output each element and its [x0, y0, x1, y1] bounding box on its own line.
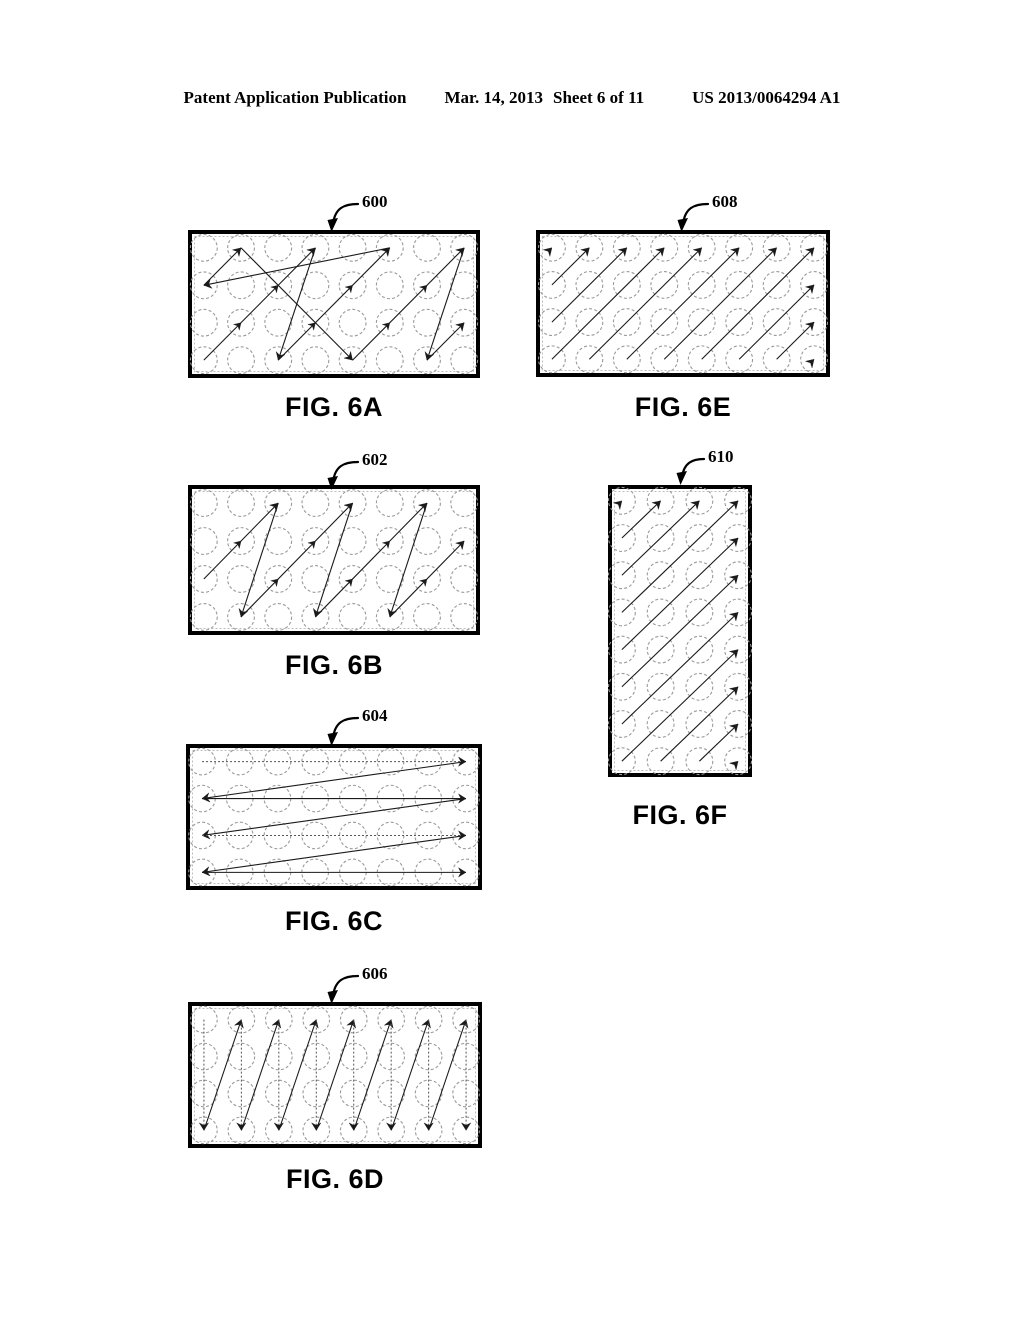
- leader-arrowhead: [327, 218, 338, 232]
- fig-6a-leader-line: [327, 202, 360, 232]
- leader-arrowhead: [677, 218, 688, 232]
- fig-6e-leader-line: [677, 202, 710, 232]
- drawing-sheet-page: Patent Application Publication Mar. 14, …: [0, 0, 1024, 1320]
- header-publication-label: Patent Application Publication: [183, 88, 407, 107]
- fig-6f-drawing: [607, 485, 753, 777]
- leader-curve: [331, 460, 360, 484]
- header-date-label: Mar. 14, 2013: [444, 88, 543, 107]
- fig-6e-caption: FIG. 6E: [634, 392, 732, 422]
- leader-curve: [331, 202, 360, 226]
- fig-6b-caption: FIG. 6B: [284, 650, 383, 680]
- header-publication-number: US 2013/0064294 A1: [692, 88, 841, 107]
- leader-arrowhead: [327, 990, 338, 1004]
- leader-curve: [331, 974, 360, 998]
- leader-arrowhead: [327, 476, 338, 490]
- fig-6d-leader-line: [327, 974, 360, 1004]
- leader-curve: [681, 202, 710, 226]
- fig-6a-caption: FIG. 6A: [284, 392, 383, 422]
- fig-6c-caption: FIG. 6C: [284, 906, 383, 936]
- leader-arrowhead: [676, 471, 687, 485]
- header-sheet-label: Sheet 6 of 11: [553, 88, 645, 107]
- page-header: Patent Application Publication Mar. 14, …: [0, 88, 1024, 108]
- fig-6d-caption: FIG. 6D: [285, 1164, 384, 1194]
- fig-6f-leader-line: [676, 457, 706, 485]
- fig-6c-leader-line: [327, 716, 360, 746]
- leader-curve: [331, 716, 360, 740]
- fig-6b-leader-line: [327, 460, 360, 490]
- leader-arrowhead: [327, 732, 338, 746]
- fig-6f-caption: FIG. 6F: [632, 800, 728, 830]
